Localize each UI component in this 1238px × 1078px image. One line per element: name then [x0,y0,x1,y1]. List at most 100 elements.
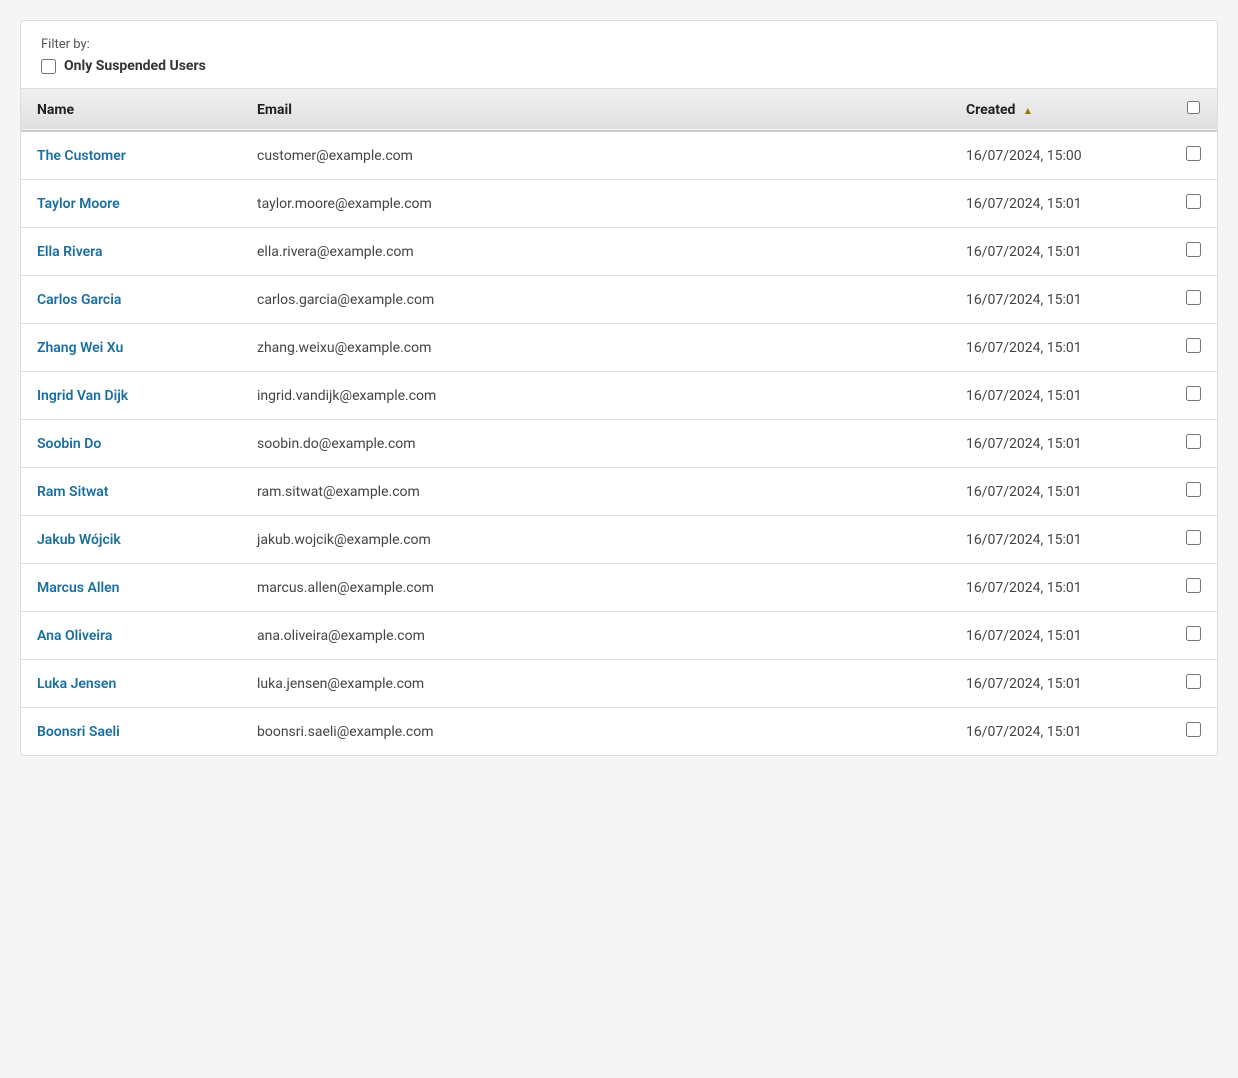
user-name-link-6[interactable]: Soobin Do [37,436,101,452]
row-checkbox-1[interactable] [1186,194,1201,209]
user-name-link-8[interactable]: Jakub Wójcik [37,532,121,548]
cell-email-11: luka.jensen@example.com [241,660,950,708]
table-body: The Customer customer@example.com 16/07/… [21,131,1217,755]
row-checkbox-0[interactable] [1186,146,1201,161]
row-checkbox-3[interactable] [1186,290,1201,305]
user-name-link-11[interactable]: Luka Jensen [37,676,116,692]
table-row: Carlos Garcia carlos.garcia@example.com … [21,276,1217,324]
row-checkbox-8[interactable] [1186,530,1201,545]
cell-email-5: ingrid.vandijk@example.com [241,372,950,420]
cell-check-2 [1170,228,1217,276]
row-checkbox-6[interactable] [1186,434,1201,449]
cell-name-12: Boonsri Saeli [21,708,241,756]
table-row: Jakub Wójcik jakub.wojcik@example.com 16… [21,516,1217,564]
cell-created-6: 16/07/2024, 15:01 [950,420,1170,468]
cell-name-4: Zhang Wei Xu [21,324,241,372]
suspended-checkbox[interactable] [41,59,56,74]
table-row: Ana Oliveira ana.oliveira@example.com 16… [21,612,1217,660]
table-row: Marcus Allen marcus.allen@example.com 16… [21,564,1217,612]
cell-email-9: marcus.allen@example.com [241,564,950,612]
cell-check-1 [1170,180,1217,228]
cell-created-11: 16/07/2024, 15:01 [950,660,1170,708]
user-name-link-1[interactable]: Taylor Moore [37,196,120,212]
table-row: Ram Sitwat ram.sitwat@example.com 16/07/… [21,468,1217,516]
cell-check-8 [1170,516,1217,564]
cell-created-9: 16/07/2024, 15:01 [950,564,1170,612]
table-row: The Customer customer@example.com 16/07/… [21,131,1217,180]
row-checkbox-11[interactable] [1186,674,1201,689]
cell-created-5: 16/07/2024, 15:01 [950,372,1170,420]
row-checkbox-4[interactable] [1186,338,1201,353]
row-checkbox-7[interactable] [1186,482,1201,497]
table-header-row: Name Email Created ▲ [21,89,1217,131]
cell-created-7: 16/07/2024, 15:01 [950,468,1170,516]
row-checkbox-2[interactable] [1186,242,1201,257]
cell-email-10: ana.oliveira@example.com [241,612,950,660]
cell-check-4 [1170,324,1217,372]
cell-email-0: customer@example.com [241,131,950,180]
table-row: Zhang Wei Xu zhang.weixu@example.com 16/… [21,324,1217,372]
cell-name-11: Luka Jensen [21,660,241,708]
table-row: Ingrid Van Dijk ingrid.vandijk@example.c… [21,372,1217,420]
users-table: Name Email Created ▲ The Customer custom… [21,89,1217,755]
cell-created-3: 16/07/2024, 15:01 [950,276,1170,324]
table-row: Taylor Moore taylor.moore@example.com 16… [21,180,1217,228]
suspended-filter-row: Only Suspended Users [41,58,1197,74]
cell-check-3 [1170,276,1217,324]
user-name-link-10[interactable]: Ana Oliveira [37,628,112,644]
cell-email-1: taylor.moore@example.com [241,180,950,228]
user-name-link-4[interactable]: Zhang Wei Xu [37,340,123,356]
user-name-link-0[interactable]: The Customer [37,148,126,164]
cell-name-3: Carlos Garcia [21,276,241,324]
table-row: Ella Rivera ella.rivera@example.com 16/0… [21,228,1217,276]
sort-asc-icon: ▲ [1023,106,1033,117]
cell-created-12: 16/07/2024, 15:01 [950,708,1170,756]
main-container: Filter by: Only Suspended Users Name Ema… [20,20,1218,756]
row-checkbox-5[interactable] [1186,386,1201,401]
cell-email-4: zhang.weixu@example.com [241,324,950,372]
cell-created-10: 16/07/2024, 15:01 [950,612,1170,660]
cell-created-8: 16/07/2024, 15:01 [950,516,1170,564]
col-header-select-all[interactable] [1170,89,1217,131]
cell-email-8: jakub.wojcik@example.com [241,516,950,564]
cell-name-0: The Customer [21,131,241,180]
col-header-created[interactable]: Created ▲ [950,89,1170,131]
col-header-name[interactable]: Name [21,89,241,131]
cell-name-7: Ram Sitwat [21,468,241,516]
table-row: Boonsri Saeli boonsri.saeli@example.com … [21,708,1217,756]
select-all-checkbox[interactable] [1187,101,1200,114]
row-checkbox-10[interactable] [1186,626,1201,641]
table-row: Soobin Do soobin.do@example.com 16/07/20… [21,420,1217,468]
cell-name-2: Ella Rivera [21,228,241,276]
cell-check-10 [1170,612,1217,660]
cell-check-6 [1170,420,1217,468]
col-header-email[interactable]: Email [241,89,950,131]
row-checkbox-12[interactable] [1186,722,1201,737]
user-name-link-7[interactable]: Ram Sitwat [37,484,109,500]
user-name-link-3[interactable]: Carlos Garcia [37,292,121,308]
cell-email-2: ella.rivera@example.com [241,228,950,276]
cell-email-12: boonsri.saeli@example.com [241,708,950,756]
cell-email-3: carlos.garcia@example.com [241,276,950,324]
cell-created-0: 16/07/2024, 15:00 [950,131,1170,180]
user-name-link-12[interactable]: Boonsri Saeli [37,724,120,740]
cell-name-10: Ana Oliveira [21,612,241,660]
cell-check-9 [1170,564,1217,612]
suspended-label[interactable]: Only Suspended Users [64,58,206,74]
cell-created-2: 16/07/2024, 15:01 [950,228,1170,276]
table-row: Luka Jensen luka.jensen@example.com 16/0… [21,660,1217,708]
filter-section: Filter by: Only Suspended Users [21,21,1217,89]
user-name-link-9[interactable]: Marcus Allen [37,580,119,596]
cell-name-1: Taylor Moore [21,180,241,228]
cell-check-7 [1170,468,1217,516]
user-name-link-2[interactable]: Ella Rivera [37,244,102,260]
cell-name-5: Ingrid Van Dijk [21,372,241,420]
cell-name-9: Marcus Allen [21,564,241,612]
cell-check-0 [1170,131,1217,180]
row-checkbox-9[interactable] [1186,578,1201,593]
cell-check-12 [1170,708,1217,756]
user-name-link-5[interactable]: Ingrid Van Dijk [37,388,128,404]
cell-created-1: 16/07/2024, 15:01 [950,180,1170,228]
cell-email-7: ram.sitwat@example.com [241,468,950,516]
cell-name-6: Soobin Do [21,420,241,468]
